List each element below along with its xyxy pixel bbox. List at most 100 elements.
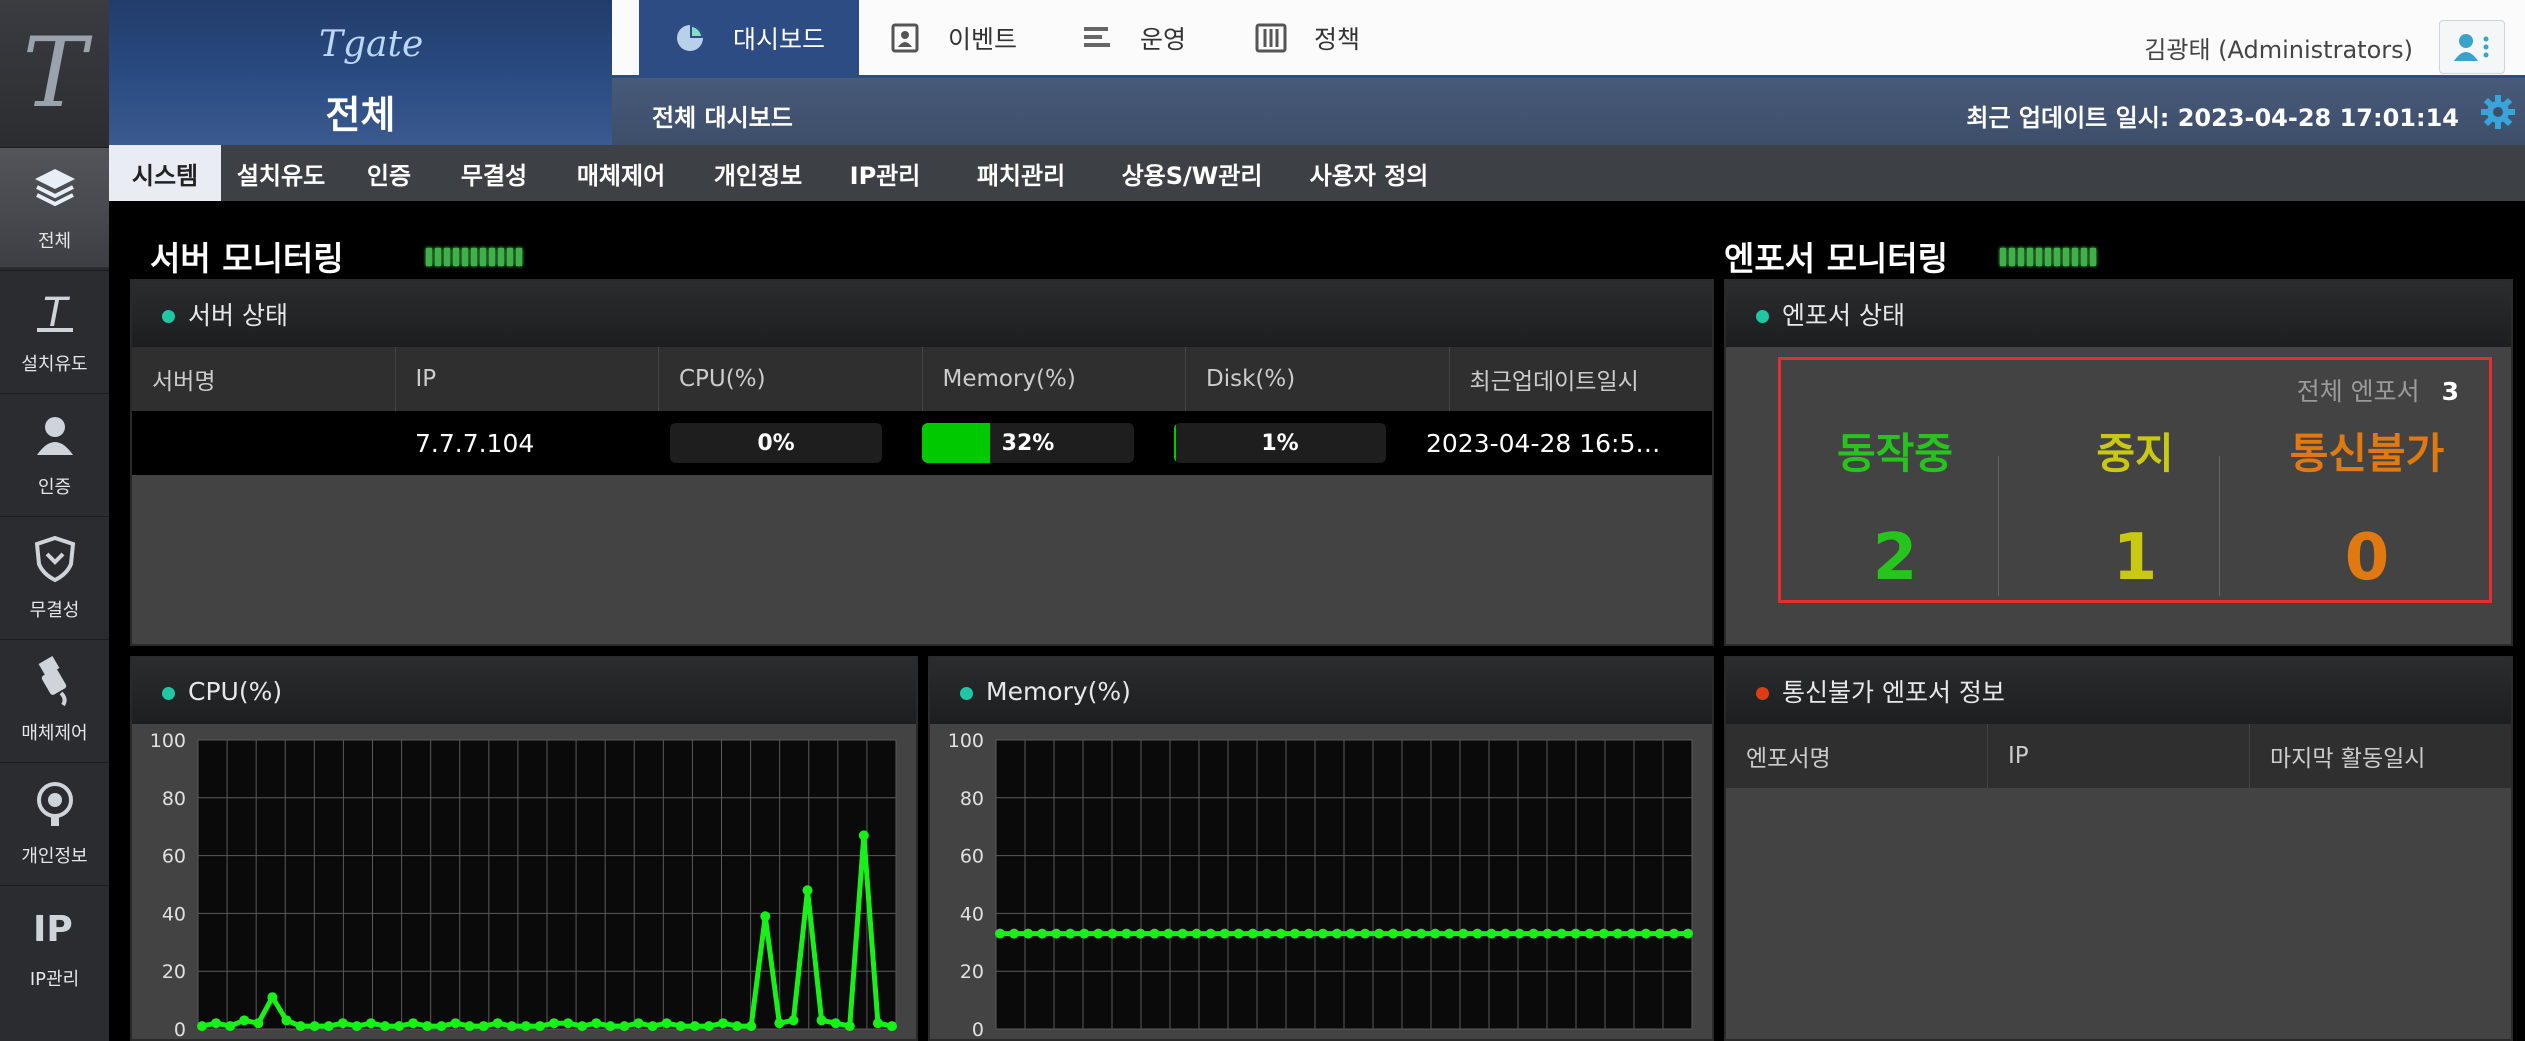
panel-header: Memory(%) — [930, 658, 1712, 724]
subtab-media[interactable]: 매체제어 — [551, 145, 691, 201]
disk-usage-bar: 1% — [1174, 423, 1386, 463]
tab-policy[interactable]: 정책 — [1254, 0, 1404, 75]
stat-stopped[interactable]: 중지 1 — [2025, 420, 2245, 595]
data-point — [1360, 928, 1371, 939]
data-point — [450, 1018, 461, 1029]
data-point — [1331, 928, 1342, 939]
stat-label: 통신불가 — [2289, 429, 2445, 478]
data-point — [1570, 928, 1581, 939]
data-point — [1023, 928, 1034, 939]
subtab-privacy[interactable]: 개인정보 — [691, 145, 825, 201]
data-point — [1374, 928, 1385, 939]
rail-item-integrity[interactable]: 무결성 — [0, 516, 109, 636]
privacy-icon — [36, 781, 73, 826]
cpu-usage-bar: 0% — [670, 423, 882, 463]
data-point — [1528, 928, 1539, 939]
data-point — [1317, 928, 1328, 939]
subtab-install[interactable]: 설치유도 — [221, 145, 341, 201]
data-point — [1233, 928, 1244, 939]
tab-events[interactable]: 이벤트 — [888, 0, 1058, 75]
y-tick-label: 60 — [960, 846, 984, 868]
data-point — [816, 1015, 827, 1026]
stat-value: 1 — [2112, 521, 2158, 595]
data-point — [492, 1018, 503, 1029]
data-point — [1009, 928, 1020, 939]
rail-label: IP관리 — [29, 968, 80, 990]
data-point — [732, 1021, 743, 1032]
table-row[interactable]: 7.7.7.104 0% 32% 1% 2023-04-28 16:5… — [132, 411, 1712, 475]
panel-title: 서버 상태 — [188, 301, 288, 330]
subtab-auth[interactable]: 인증 — [341, 145, 437, 201]
divider — [1998, 456, 1999, 596]
data-point — [830, 1018, 841, 1029]
rail-label: 개인정보 — [21, 845, 88, 867]
data-point — [1626, 928, 1637, 939]
tab-dashboard[interactable]: 대시보드 — [639, 0, 859, 75]
user-menu-icon — [2454, 34, 2489, 61]
memory-label: 32% — [1001, 430, 1055, 456]
rail-item-auth[interactable]: 인증 — [0, 393, 109, 513]
rail-item-media[interactable]: 매체제어 — [0, 639, 109, 759]
sliders-icon — [1255, 23, 1287, 52]
status-dot-icon — [1756, 310, 1769, 323]
data-point — [1472, 928, 1483, 939]
rail-item-all[interactable]: 전체 — [0, 147, 109, 267]
offline-enforcer-panel: 통신불가 엔포서 정보 엔포서명 IP 마지막 활동일시 — [1724, 656, 2513, 1041]
data-point — [633, 1018, 644, 1029]
tab-label: 운영 — [1140, 24, 1187, 54]
memory-usage-bar: 32% — [922, 423, 1134, 463]
rail-item-ip[interactable]: IP IP관리 — [0, 885, 109, 1005]
settings-button[interactable] — [2479, 93, 2517, 135]
subtab-patch[interactable]: 패치관리 — [945, 145, 1097, 201]
contact-card-icon — [891, 23, 919, 52]
data-point — [995, 928, 1005, 939]
data-point — [563, 1018, 574, 1029]
panel-header: 서버 상태 — [132, 281, 1712, 347]
stat-offline[interactable]: 통신불가 0 — [2257, 420, 2477, 595]
subtab-integrity[interactable]: 무결성 — [437, 145, 551, 201]
tab-operation[interactable]: 운영 — [1080, 0, 1230, 75]
data-point — [872, 1018, 883, 1029]
subtab-ip[interactable]: IP관리 — [825, 145, 945, 201]
column-header: Disk(%) — [1185, 347, 1449, 411]
rail-label: 인증 — [37, 476, 72, 498]
data-point — [1219, 928, 1230, 939]
live-indicator — [426, 248, 522, 266]
data-point — [1346, 928, 1357, 939]
live-indicator — [2000, 248, 2096, 266]
brand-logo: Tgate — [319, 24, 424, 65]
status-dot-icon — [162, 687, 175, 700]
total-enforcer-label: 전체 엔포서 3 — [2297, 372, 2459, 408]
category-tabs: 시스템 설치유도 인증 무결성 매체제어 개인정보 IP관리 패치관리 상용S/… — [109, 145, 2525, 201]
data-point — [506, 1021, 517, 1032]
data-point — [225, 1021, 236, 1032]
subtab-custom[interactable]: 사용자 정의 — [1287, 145, 1451, 201]
data-point — [1683, 928, 1693, 939]
stat-value: 0 — [2344, 521, 2390, 595]
total-label: 전체 엔포서 — [2296, 377, 2420, 406]
subtab-system[interactable]: 시스템 — [109, 145, 221, 201]
data-point — [1640, 928, 1651, 939]
gear-icon — [2481, 95, 2515, 129]
data-point — [478, 1021, 489, 1032]
y-tick-label: 20 — [162, 961, 186, 983]
data-point — [1458, 928, 1469, 939]
panel-title: 엔포서 상태 — [1782, 301, 1905, 330]
column-header: CPU(%) — [658, 347, 922, 411]
data-point — [1514, 928, 1525, 939]
pie-chart-icon — [677, 24, 703, 51]
subtab-commercial-sw[interactable]: 상용S/W관리 — [1097, 145, 1287, 201]
data-point — [1205, 928, 1216, 939]
data-point — [351, 1021, 362, 1032]
data-point — [549, 1018, 560, 1029]
data-point — [520, 1021, 531, 1032]
column-header: Memory(%) — [921, 347, 1186, 411]
user-menu-button[interactable] — [2439, 20, 2505, 74]
rail-item-install[interactable]: T 설치유도 — [0, 270, 109, 390]
rail-item-privacy[interactable]: 개인정보 — [0, 762, 109, 882]
data-point — [309, 1021, 320, 1032]
stat-running[interactable]: 동작중 2 — [1785, 420, 2005, 595]
data-point — [1261, 928, 1272, 939]
data-point — [605, 1021, 616, 1032]
column-header: 마지막 활동일시 — [2249, 724, 2511, 788]
